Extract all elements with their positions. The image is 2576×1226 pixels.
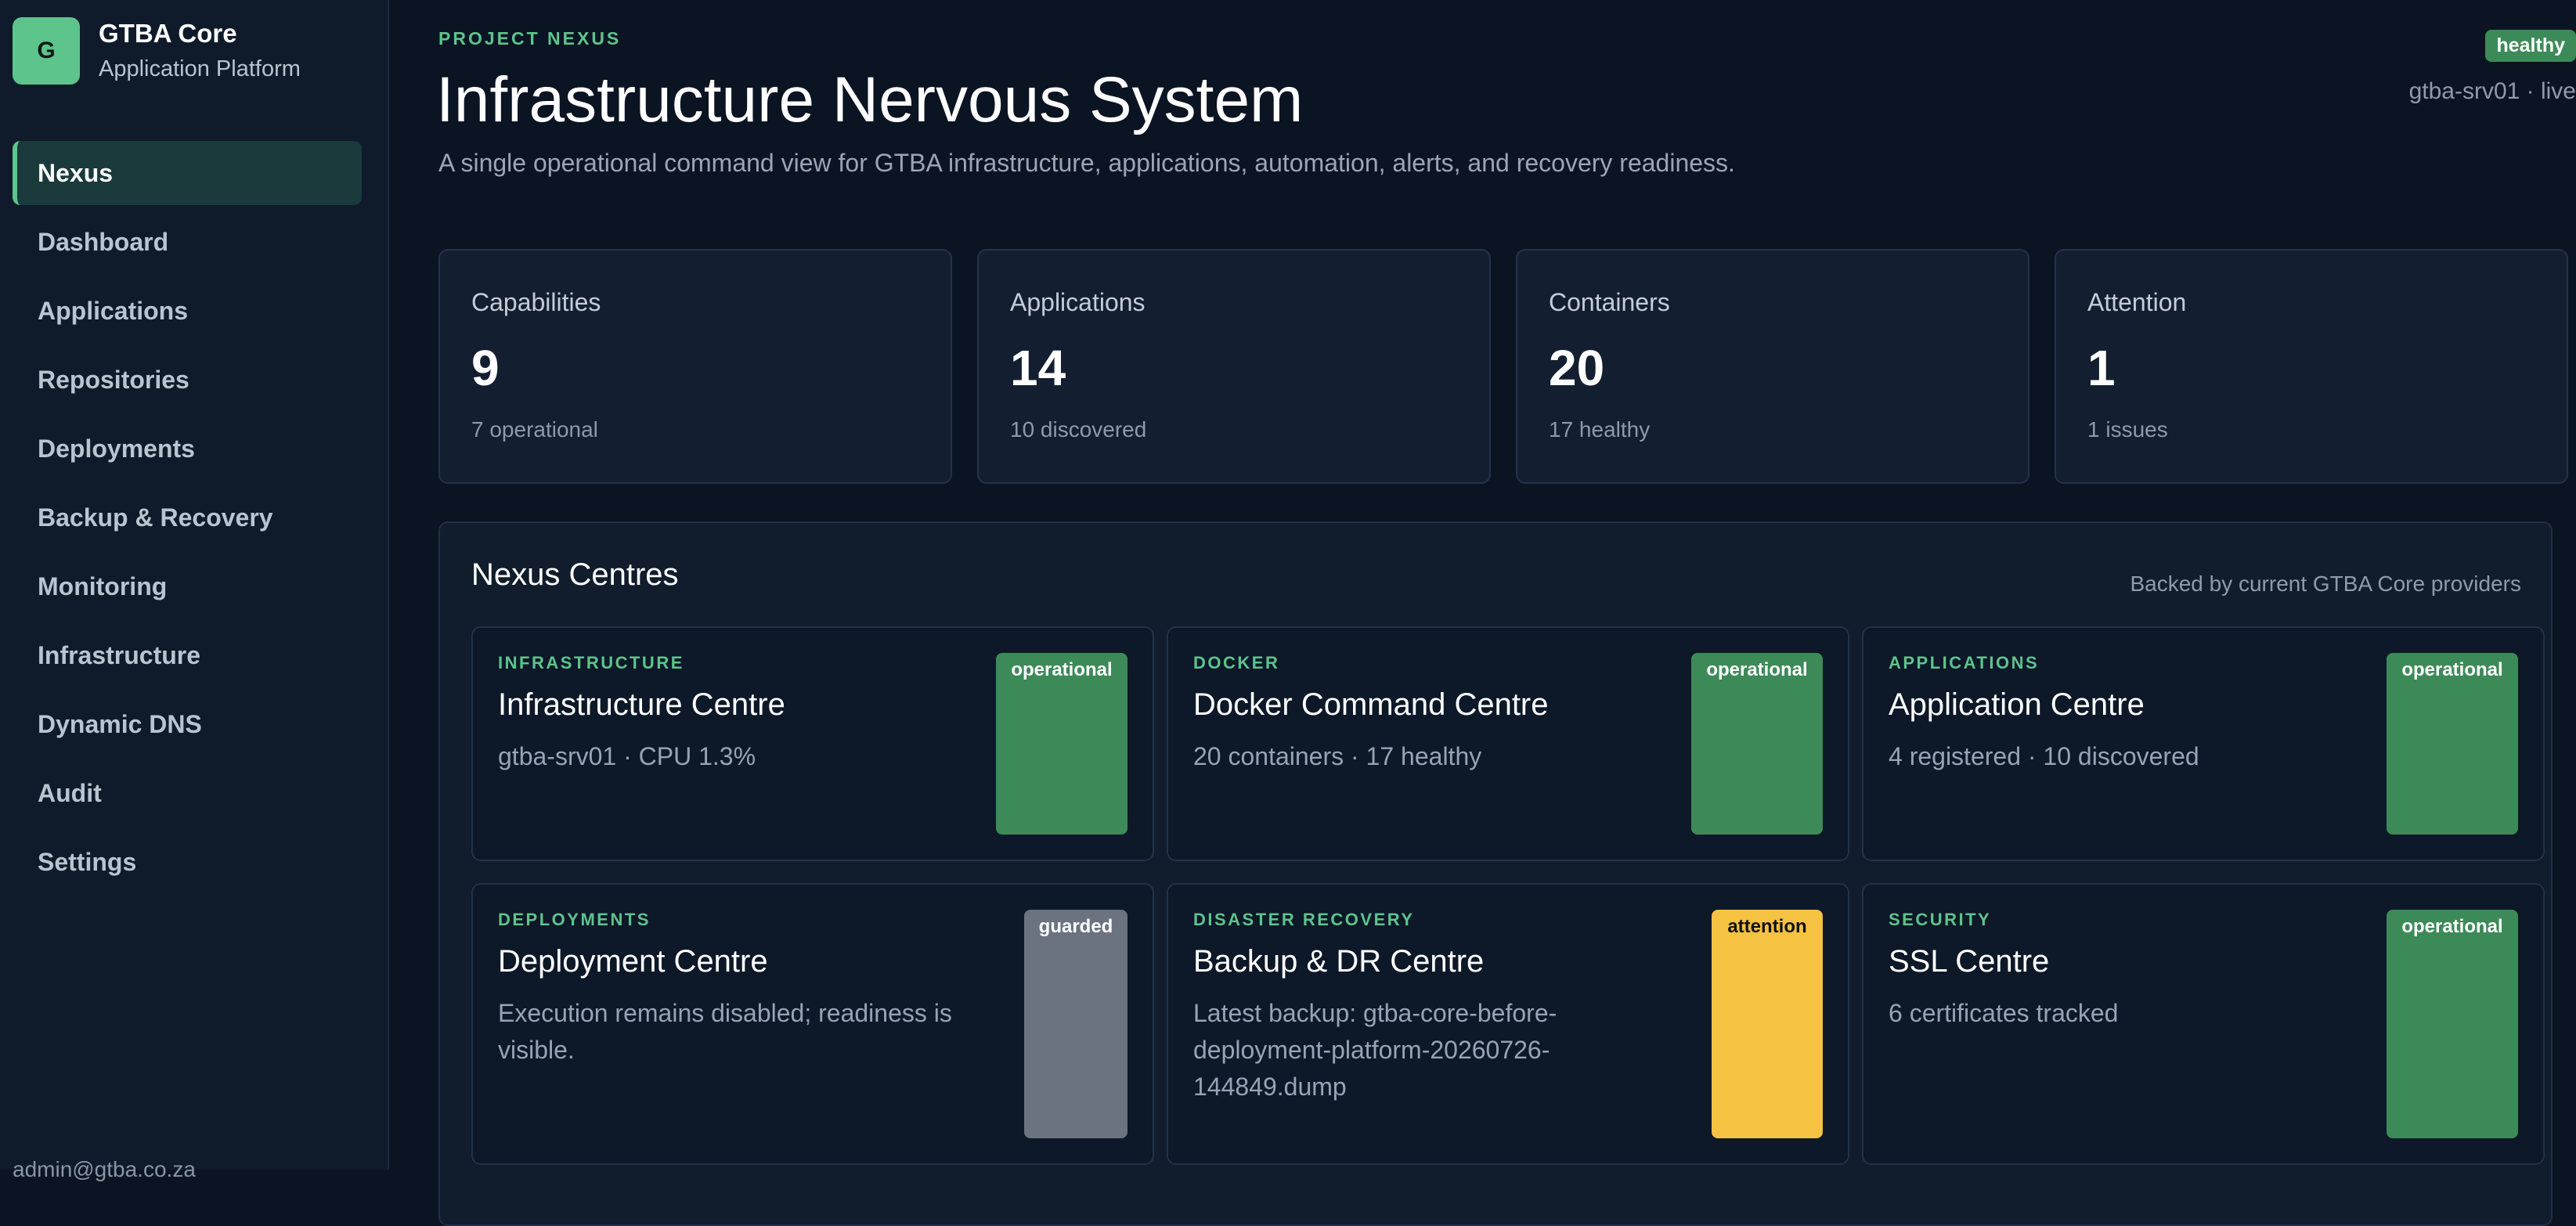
stat-card-containers[interactable]: Containers 20 17 healthy [1516,249,2029,484]
stat-card-capabilities[interactable]: Capabilities 9 7 operational [438,249,952,484]
centres-title: Nexus Centres [471,557,679,592]
status-badge: operational [2387,910,2518,1138]
sidebar-item-applications[interactable]: Applications [13,279,362,343]
page-description: A single operational command view for GT… [438,149,1735,177]
card-description: 6 certificates tracked [1889,999,2119,1027]
status-badge: operational [2387,653,2518,835]
centre-card-applications[interactable]: APPLICATIONS Application Centre 4 regist… [1862,626,2545,861]
stat-sub: 17 healthy [1549,417,1651,442]
stat-label: Containers [1549,288,1670,316]
card-description: 4 registered · 10 discovered [1889,742,2199,770]
brand[interactable]: G GTBA Core Application Platform [13,17,301,85]
card-description: gtba-srv01 · CPU 1.3% [498,742,756,770]
nexus-centres-panel: Nexus Centres Backed by current GTBA Cor… [438,521,2553,1226]
sidebar: G GTBA Core Application Platform Nexus D… [0,0,389,1181]
sidebar-item-settings[interactable]: Settings [13,830,362,894]
page-eyebrow: PROJECT NEXUS [438,28,622,49]
sidebar-item-infrastructure[interactable]: Infrastructure [13,623,362,687]
sidebar-item-monitoring[interactable]: Monitoring [13,554,362,618]
stat-label: Attention [2087,288,2187,316]
sidebar-nav: Nexus Dashboard Applications Repositorie… [13,141,362,899]
sidebar-item-repositories[interactable]: Repositories [13,348,362,412]
sidebar-item-nexus[interactable]: Nexus [13,141,362,205]
card-description: Latest backup: gtba-core-before-deployme… [1193,999,1557,1101]
stats-row: Capabilities 9 7 operational Application… [438,249,2568,484]
centre-card-ssl[interactable]: SECURITY SSL Centre 6 certificates track… [1862,883,2545,1165]
stat-value: 14 [1010,340,1066,396]
stat-label: Applications [1010,288,1145,316]
status-badge: attention [1712,910,1823,1138]
stat-value: 20 [1549,340,1605,396]
page-title: Infrastructure Nervous System [436,64,1304,135]
host-live-status: gtba-srv01 · live [2408,78,2576,104]
stat-card-applications[interactable]: Applications 14 10 discovered [977,249,1491,484]
sidebar-item-deployments[interactable]: Deployments [13,416,362,481]
brand-title: GTBA Core [99,19,237,48]
centres-note: Backed by current GTBA Core providers [2130,572,2521,596]
status-badge: operational [1691,653,1823,835]
stat-value: 9 [471,340,500,396]
sidebar-item-backup-recovery[interactable]: Backup & Recovery [13,485,362,550]
card-description: 20 containers · 17 healthy [1193,742,1482,770]
centre-card-backup-dr[interactable]: DISASTER RECOVERY Backup & DR Centre Lat… [1167,883,1849,1165]
brand-logo: G [13,17,80,85]
stat-sub: 7 operational [471,417,598,442]
brand-subtitle: Application Platform [99,56,301,81]
sidebar-item-dashboard[interactable]: Dashboard [13,210,362,274]
status-badge: operational [996,653,1127,835]
stat-sub: 10 discovered [1010,417,1147,442]
main-content: PROJECT NEXUS Infrastructure Nervous Sys… [389,0,2576,1226]
user-email: admin@gtba.co.za [13,1157,196,1181]
status-badge: guarded [1024,910,1127,1138]
sidebar-item-dynamic-dns[interactable]: Dynamic DNS [13,692,362,756]
card-description: Execution remains disabled; readiness is… [498,999,952,1064]
stat-card-attention[interactable]: Attention 1 1 issues [2055,249,2568,484]
brand-text: GTBA Core Application Platform [99,17,301,85]
centre-card-docker[interactable]: DOCKER Docker Command Centre 20 containe… [1167,626,1849,861]
sidebar-item-audit[interactable]: Audit [13,761,362,825]
health-badge: healthy [2485,30,2576,62]
centre-card-deployments[interactable]: DEPLOYMENTS Deployment Centre Execution … [471,883,1154,1165]
stat-sub: 1 issues [2087,417,2168,442]
stat-value: 1 [2087,340,2116,396]
stat-label: Capabilities [471,288,601,316]
centre-card-infrastructure[interactable]: INFRASTRUCTURE Infrastructure Centre gtb… [471,626,1154,861]
